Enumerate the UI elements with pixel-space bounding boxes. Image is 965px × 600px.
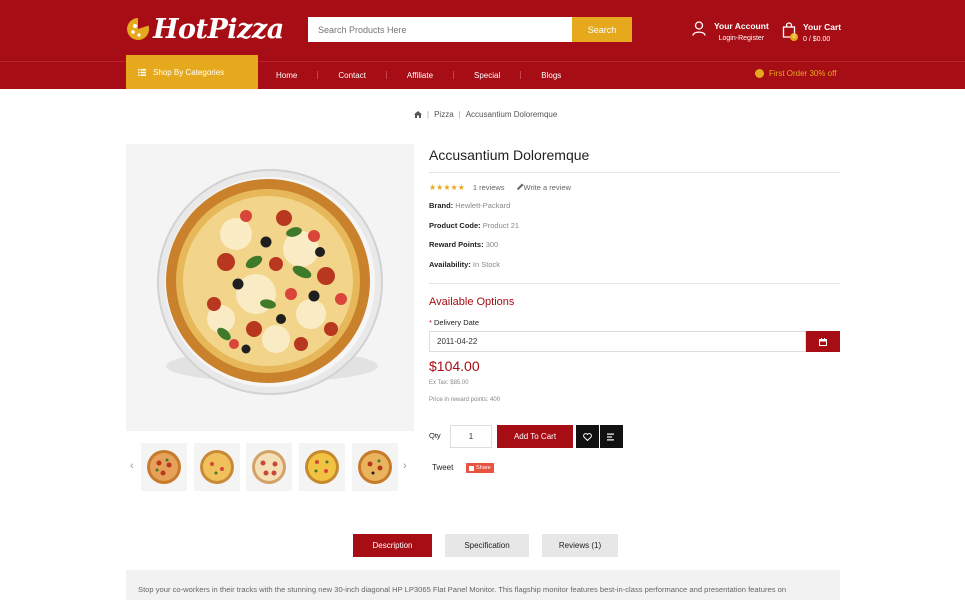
calendar-icon (819, 337, 827, 346)
nav-home[interactable]: Home (276, 71, 297, 80)
product-code-value: Product 21 (482, 221, 520, 230)
pizza-image (157, 169, 383, 395)
delivery-date-input[interactable] (429, 331, 806, 352)
tweet-button[interactable]: Tweet (432, 463, 453, 472)
thumbnail[interactable] (299, 443, 345, 491)
availability-row: Availability: In Stock (429, 260, 500, 269)
brand-row: Brand: Hewlett-Packard (429, 201, 510, 210)
heart-icon (583, 432, 592, 441)
search-button[interactable]: Search (572, 17, 632, 42)
brand-value[interactable]: Hewlett-Packard (455, 201, 510, 210)
wishlist-button[interactable] (576, 425, 599, 448)
shop-by-categories-button[interactable]: Shop By Categories (126, 55, 258, 89)
pizza-logo-icon (127, 18, 150, 40)
thumbnail[interactable] (141, 443, 187, 491)
home-icon[interactable] (414, 111, 422, 118)
search-bar: Search (308, 17, 632, 42)
ex-tax: Ex Tax: $85.00 (429, 380, 469, 386)
search-input[interactable] (308, 17, 572, 42)
calendar-button[interactable] (806, 331, 840, 352)
nav-affiliate[interactable]: Affiliate (407, 71, 433, 80)
availability-value: In Stock (472, 260, 501, 269)
product-title: Accusantium Doloremque (429, 147, 590, 163)
account-menu[interactable]: Your Account Login-Register (692, 21, 769, 42)
availability-label: Availability: (429, 260, 471, 269)
reward-points-label: Reward Points: (429, 240, 484, 249)
available-options-title: Available Options (429, 296, 515, 308)
thumbnail-strip: ‹ › (126, 443, 414, 491)
tab-specification[interactable]: Specification (445, 534, 529, 557)
logo[interactable]: HotPizza (126, 12, 284, 46)
nav-contact[interactable]: Contact (338, 71, 366, 80)
breadcrumb-pizza[interactable]: Pizza (434, 110, 454, 119)
cart-summary: 0 / $0.00 (803, 36, 831, 43)
thumbnail[interactable] (246, 443, 292, 491)
nav-divider (385, 71, 387, 79)
compare-icon (607, 433, 614, 440)
delivery-date-label: * Delivery Date (429, 318, 480, 327)
reward-price: Price in reward points: 400 (429, 397, 501, 403)
description-text: Stop your co-workers in their tracks wit… (126, 570, 840, 600)
brand-label: Brand: (429, 201, 454, 210)
tab-reviews[interactable]: Reviews (1) (542, 534, 618, 557)
breadcrumb: | Pizza | Accusantium Doloremque (414, 110, 557, 119)
nav-divider (520, 71, 522, 79)
categories-label: Shop By Categories (153, 67, 225, 77)
product-code-row: Product Code: Product 21 (429, 221, 519, 230)
main-nav: Home Contact Affiliate Special Blogs (258, 61, 561, 89)
thumbnail[interactable] (194, 443, 240, 491)
breadcrumb-current: Accusantium Doloremque (465, 110, 558, 119)
chevron-right-icon[interactable]: › (403, 460, 407, 472)
share-icon (469, 465, 474, 471)
first-order-offer[interactable]: First Order 30% off (755, 69, 836, 78)
user-icon (692, 21, 706, 36)
share-button[interactable]: Share (466, 463, 494, 473)
add-to-cart-button[interactable]: Add To Cart (497, 425, 573, 448)
star-icon: ★★★★★ (429, 183, 465, 192)
chevron-left-icon[interactable]: ‹ (130, 460, 134, 472)
nav-special[interactable]: Special (474, 71, 500, 80)
divider (429, 283, 840, 284)
compare-button[interactable] (600, 425, 623, 448)
reward-points-value: 300 (485, 240, 499, 249)
breadcrumb-separator: | (427, 110, 430, 119)
write-review-link[interactable]: Write a review (516, 183, 571, 192)
cart-menu[interactable]: 0 Your Cart 0 / $0.00 (782, 22, 841, 43)
quantity-input[interactable] (450, 425, 492, 448)
pencil-icon (516, 183, 524, 190)
nav-divider (317, 71, 319, 79)
product-price: $104.00 (429, 358, 480, 374)
write-review-label: Write a review (523, 183, 571, 192)
product-main-image[interactable] (126, 144, 414, 431)
qty-label: Qty (429, 431, 441, 440)
cart-count-badge: 0 (790, 33, 798, 41)
cart-title: Your Cart (803, 22, 842, 32)
reviews-count[interactable]: 1 reviews (473, 183, 505, 192)
reward-points-row: Reward Points: 300 (429, 240, 498, 249)
thumbnail[interactable] (352, 443, 398, 491)
offer-text: First Order 30% off (769, 69, 837, 78)
rating-row: ★★★★★ 1 reviews Write a review (429, 183, 571, 192)
account-title: Your Account (714, 21, 769, 31)
divider (429, 172, 840, 173)
breadcrumb-separator: | (458, 110, 461, 119)
product-code-label: Product Code: (429, 221, 481, 230)
nav-divider (453, 71, 455, 79)
menu-bars-icon (138, 68, 146, 76)
account-links[interactable]: Login-Register (714, 35, 769, 42)
coin-icon (755, 69, 764, 78)
share-label: Share (476, 465, 491, 471)
brand-name: HotPizza (153, 13, 284, 45)
tab-description[interactable]: Description (353, 534, 432, 557)
nav-blogs[interactable]: Blogs (541, 71, 561, 80)
delivery-date-text: Delivery Date (434, 318, 480, 327)
